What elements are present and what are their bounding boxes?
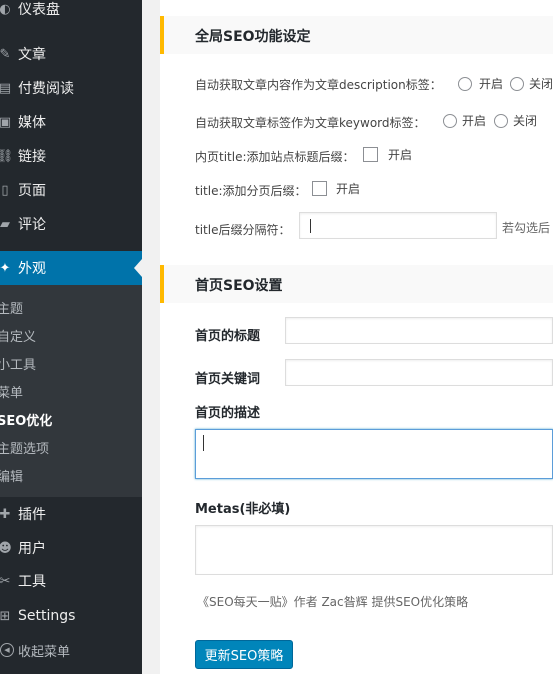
keyword-off-radio[interactable] xyxy=(494,114,508,128)
active-indicator-arrow xyxy=(134,259,142,277)
sidebar-item-posts[interactable]: ✎ 文章 xyxy=(0,37,142,71)
radio-label-off: 关闭 xyxy=(529,77,553,91)
section-title: 首页SEO设置 xyxy=(195,278,283,294)
sidebar-item-settings[interactable]: ⊞ Settings xyxy=(0,599,142,633)
separator-input[interactable] xyxy=(299,212,497,239)
keyword-on-radio[interactable] xyxy=(443,114,457,128)
home-title-input[interactable] xyxy=(285,317,553,344)
radio-label-on: 开启 xyxy=(479,77,504,91)
separator-hint: 若勾选后 xyxy=(502,221,551,235)
appearance-submenu: 主题 自定义 小工具 菜单 SEO优化 主题选项 编辑 xyxy=(0,285,142,497)
metas-label: Metas(非必填) xyxy=(195,502,291,517)
global-seo-section-header: 全局SEO功能设定 xyxy=(160,16,553,54)
admin-sidebar: ◐ 仪表盘 ✎ 文章 ▤ 付费阅读 ▣ 媒体 ⛓ 链接 ▯ 页面 ▰ 评论 ✦ … xyxy=(0,0,142,674)
separator-label: title后缀分隔符： xyxy=(195,223,291,237)
pin-icon: ✎ xyxy=(0,46,11,62)
sidebar-item-links[interactable]: ⛓ 链接 xyxy=(0,139,142,173)
settings-icon: ⊞ xyxy=(0,608,11,624)
sidebar-item-users[interactable]: ☻ 用户 xyxy=(0,531,142,565)
page-suffix-checkbox[interactable] xyxy=(312,181,327,196)
submenu-item-themes[interactable]: 主题 xyxy=(0,293,142,321)
submenu-item-theme-options[interactable]: 主题选项 xyxy=(0,433,142,461)
submenu-label: 自定义 xyxy=(0,329,37,345)
tools-icon: ✂ xyxy=(0,573,11,589)
sidebar-item-label: 页面 xyxy=(18,183,46,199)
link-icon: ⛓ xyxy=(0,148,14,164)
sidebar-item-label: 插件 xyxy=(18,507,46,523)
paid-reading-icon: ▤ xyxy=(0,80,12,96)
sidebar-item-label: Settings xyxy=(18,608,76,624)
sidebar-item-label: 收起菜单 xyxy=(18,644,71,660)
page-icon: ▯ xyxy=(1,182,9,198)
sidebar-item-label: 媒体 xyxy=(18,115,46,131)
home-keywords-label: 首页关键词 xyxy=(195,372,261,387)
submenu-label: SEO优化 xyxy=(0,413,53,429)
appearance-icon: ✦ xyxy=(0,260,11,276)
sidebar-item-tools[interactable]: ✂ 工具 xyxy=(0,564,142,598)
metas-textarea[interactable] xyxy=(195,525,553,575)
submenu-label: 菜单 xyxy=(0,385,24,401)
seo-settings-panel: 全局SEO功能设定 自动获取文章内容作为文章description标签： 开启 … xyxy=(160,0,553,674)
sidebar-item-dashboard[interactable]: ◐ 仪表盘 xyxy=(0,0,142,26)
submenu-label: 主题 xyxy=(0,301,24,317)
submenu-label: 编辑 xyxy=(0,469,24,485)
collapse-icon: ◀ xyxy=(0,643,14,657)
sidebar-collapse-menu[interactable]: ◀ 收起菜单 xyxy=(0,633,142,667)
keyword-option-label: 自动获取文章标签作为文章keyword标签： xyxy=(195,116,426,130)
submenu-label: 主题选项 xyxy=(0,441,50,457)
home-seo-section-header: 首页SEO设置 xyxy=(160,265,553,303)
sidebar-item-media[interactable]: ▣ 媒体 xyxy=(0,105,142,139)
sidebar-item-label: 付费阅读 xyxy=(18,81,74,97)
submenu-item-editor[interactable]: 编辑 xyxy=(0,461,142,489)
sidebar-item-label: 评论 xyxy=(18,217,46,233)
sidebar-item-label: 链接 xyxy=(18,149,46,165)
radio-label-off: 关闭 xyxy=(513,114,538,128)
site-title-suffix-checkbox[interactable] xyxy=(363,147,378,162)
sidebar-item-appearance[interactable]: ✦ 外观 xyxy=(0,251,142,285)
description-on-radio[interactable] xyxy=(458,77,472,91)
credit-text: 《SEO每天一贴》作者 Zac昝辉 提供SEO优化策略 xyxy=(197,595,469,609)
text-cursor xyxy=(310,219,311,233)
home-description-textarea[interactable] xyxy=(195,429,553,479)
page-suffix-label: title:添加分页后缀： xyxy=(195,184,307,198)
submenu-item-seo[interactable]: SEO优化 xyxy=(0,405,142,433)
description-option-label: 自动获取文章内容作为文章description标签： xyxy=(195,78,442,92)
checkbox-label: 开启 xyxy=(336,182,361,196)
main-area: 全局SEO功能设定 自动获取文章内容作为文章description标签： 开启 … xyxy=(142,0,553,674)
media-icon: ▣ xyxy=(0,114,12,130)
plugin-icon: ✚ xyxy=(0,506,11,522)
sidebar-item-label: 文章 xyxy=(18,47,46,63)
sidebar-item-comments[interactable]: ▰ 评论 xyxy=(0,207,142,241)
text-cursor xyxy=(203,435,204,451)
radio-label-on: 开启 xyxy=(462,114,487,128)
submenu-item-menus[interactable]: 菜单 xyxy=(0,377,142,405)
sidebar-item-label: 用户 xyxy=(18,541,46,557)
checkbox-label: 开启 xyxy=(388,148,413,162)
user-icon: ☻ xyxy=(0,540,12,556)
sidebar-item-label: 仪表盘 xyxy=(18,2,60,18)
submenu-label: 小工具 xyxy=(0,357,37,373)
home-description-label: 首页的描述 xyxy=(195,406,261,421)
description-off-radio[interactable] xyxy=(510,77,524,91)
submenu-item-customize[interactable]: 自定义 xyxy=(0,321,142,349)
home-title-label: 首页的标题 xyxy=(195,329,261,344)
sidebar-item-plugins[interactable]: ✚ 插件 xyxy=(0,497,142,531)
site-title-suffix-label: 内页title:添加站点标题后缀： xyxy=(195,150,355,164)
sidebar-item-paid-reading[interactable]: ▤ 付费阅读 xyxy=(0,71,142,105)
sidebar-item-pages[interactable]: ▯ 页面 xyxy=(0,173,142,207)
submenu-item-widgets[interactable]: 小工具 xyxy=(0,349,142,377)
sidebar-item-label: 外观 xyxy=(18,261,46,277)
comment-icon: ▰ xyxy=(0,216,10,232)
home-keywords-input[interactable] xyxy=(285,359,553,386)
sidebar-item-label: 工具 xyxy=(18,574,46,590)
section-title: 全局SEO功能设定 xyxy=(195,29,311,45)
dashboard-icon: ◐ xyxy=(0,1,11,17)
update-seo-button[interactable]: 更新SEO策略 xyxy=(195,640,293,669)
